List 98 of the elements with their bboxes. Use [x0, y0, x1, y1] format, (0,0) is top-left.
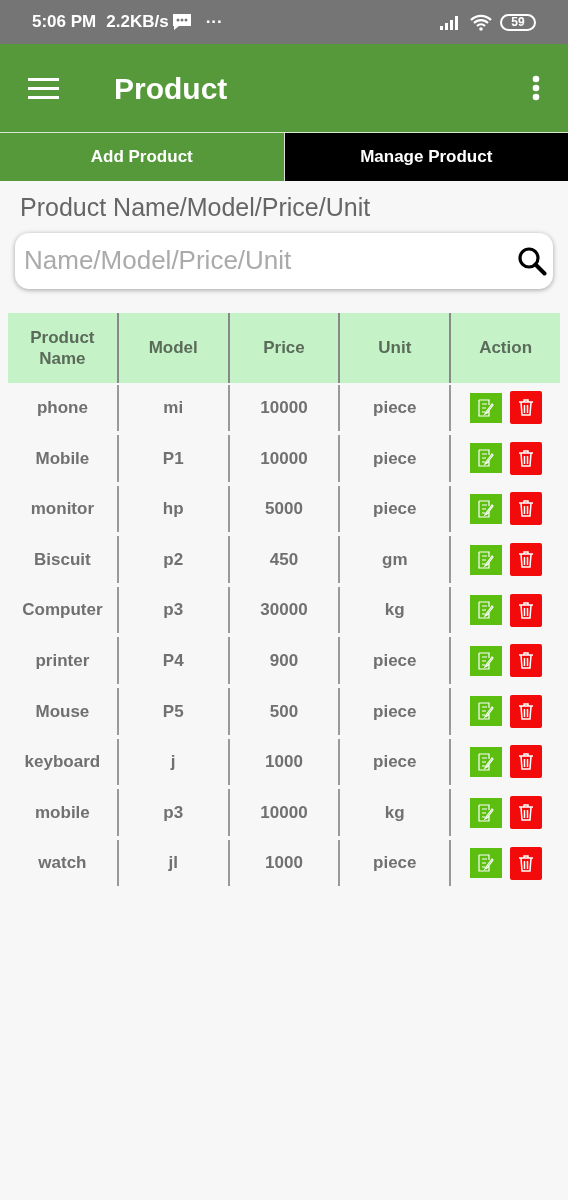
delete-button[interactable] [509, 543, 542, 577]
table-cell-text: watch [38, 852, 87, 875]
column-header: Product Name [30, 326, 95, 369]
edit-icon [476, 601, 495, 620]
edit-button[interactable] [469, 494, 502, 524]
search-icon[interactable] [517, 245, 547, 276]
table-cell-text: piece [373, 447, 417, 470]
table-cell-text: 30000 [260, 599, 308, 622]
more-options-icon[interactable] [532, 75, 540, 101]
edit-icon [476, 803, 495, 822]
edit-button[interactable] [469, 443, 502, 474]
delete-button[interactable] [509, 441, 542, 475]
table-cell-text: monitor [30, 498, 95, 521]
edit-icon [476, 500, 495, 518]
delete-button[interactable] [509, 796, 542, 830]
trash-icon [518, 854, 533, 872]
table-cell-text: p2 [163, 548, 184, 571]
table-cell-text: phone [36, 397, 88, 420]
edit-button[interactable] [469, 645, 502, 676]
table-cell-text: hp [162, 498, 184, 521]
delete-button[interactable] [509, 694, 542, 728]
table-cell-text: kg [384, 801, 405, 824]
edit-icon [476, 752, 495, 771]
table-cell-text: printer [35, 650, 90, 672]
table-cell-text: 5000 [265, 498, 303, 521]
table-cell-text: p3 [163, 599, 184, 622]
table-cell-text: P1 [162, 447, 184, 470]
table-cell-text: 900 [269, 650, 299, 672]
table-cell-text: piece [373, 397, 417, 420]
table-cell-text: 10000 [260, 801, 308, 824]
table-cell-text: piece [373, 751, 417, 774]
table-cell-text: piece [373, 650, 417, 672]
table-cell-text: Computer [22, 599, 103, 622]
table-cell-text: mobile [35, 801, 90, 824]
edit-icon [476, 651, 495, 670]
battery-indicator: 59 [500, 13, 536, 31]
edit-icon [476, 854, 495, 873]
app-title: Product [114, 70, 228, 107]
table-cell-text: P5 [162, 700, 184, 723]
delete-button[interactable] [509, 391, 542, 425]
trash-icon [518, 601, 533, 619]
table-cell-text: 10000 [260, 397, 308, 420]
table-cell-text: Mouse [35, 700, 90, 723]
edit-button[interactable] [469, 797, 502, 828]
column-header: Model [148, 337, 198, 358]
table-cell-text: piece [373, 852, 417, 875]
tab[interactable]: Manage Product [283, 133, 568, 181]
table-cell-text: Mobile [35, 447, 90, 470]
message-icon [171, 13, 192, 31]
edit-icon [476, 398, 495, 417]
edit-button[interactable] [469, 746, 502, 777]
edit-button[interactable] [469, 595, 502, 626]
table-cell-text: P4 [162, 650, 184, 672]
column-header: Action [479, 337, 533, 358]
table-cell-text: gm [382, 548, 408, 571]
table-cell-text: piece [373, 498, 417, 521]
trash-icon [518, 702, 533, 720]
more-notifications: ··· [205, 11, 223, 34]
menu-icon[interactable] [28, 77, 59, 99]
trash-icon [518, 551, 533, 569]
column-header: Price [263, 337, 305, 358]
table-cell-text: 450 [269, 548, 299, 571]
search-label: Product Name/Model/Price/Unit [19, 192, 372, 223]
edit-button[interactable] [469, 696, 502, 727]
edit-icon [476, 550, 495, 569]
table-cell-text: piece [373, 700, 417, 723]
trash-icon [518, 500, 533, 518]
delete-button[interactable] [509, 492, 542, 526]
status-time: 5:06 PM [32, 11, 97, 34]
table-cell-text: 10000 [260, 447, 308, 470]
delete-button[interactable] [509, 593, 542, 627]
edit-button[interactable] [469, 392, 502, 423]
table-cell-text: 500 [269, 700, 299, 723]
edit-icon [476, 702, 495, 721]
delete-button[interactable] [509, 745, 542, 779]
edit-button[interactable] [469, 544, 502, 575]
wifi-icon [470, 13, 492, 31]
trash-icon [518, 399, 533, 417]
search-field[interactable]: Name/Model/Price/Unit [15, 232, 553, 289]
trash-icon [518, 753, 533, 771]
table-cell-text: 1000 [265, 751, 303, 774]
edit-button[interactable] [469, 848, 502, 879]
table-cell-text: Biscuit [34, 548, 91, 571]
network-speed: 2.2KB/s [106, 11, 169, 34]
table-cell-text: p3 [163, 801, 184, 824]
delete-button[interactable] [509, 644, 542, 678]
delete-button[interactable] [509, 846, 542, 880]
trash-icon [518, 652, 533, 670]
table-cell-text: kg [384, 599, 405, 622]
column-header: Unit [378, 337, 412, 358]
trash-icon [518, 449, 533, 467]
table-cell-text: j [170, 751, 176, 774]
table-cell-text: 1000 [265, 852, 303, 875]
table-cell-text: mi [163, 397, 184, 420]
edit-icon [476, 449, 495, 468]
table-cell-text: keyboard [24, 751, 101, 774]
table-cell-text: jl [168, 852, 178, 875]
trash-icon [518, 804, 533, 822]
